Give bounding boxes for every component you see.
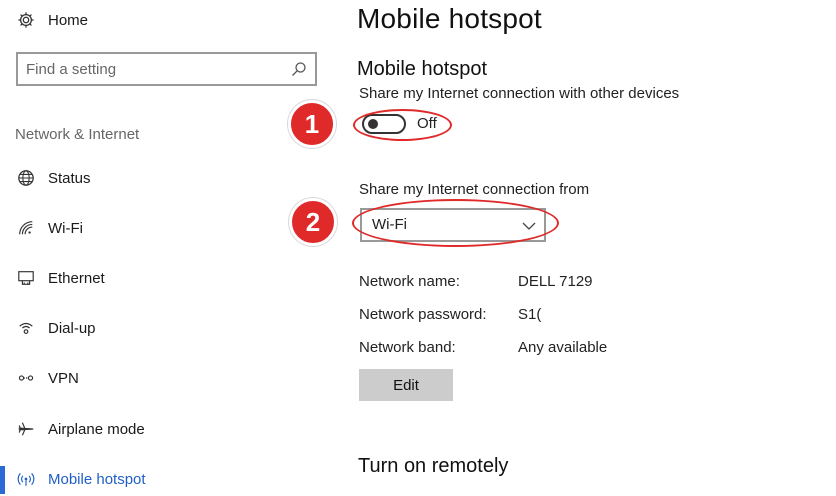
ethernet-icon [16, 268, 36, 288]
annotation-badge-2: 2 [289, 198, 337, 246]
sidebar-item-label: Wi-Fi [48, 219, 83, 237]
share-from-dropdown[interactable]: Wi-Fi [360, 208, 546, 242]
share-from-label: Share my Internet connection from [359, 181, 590, 198]
sidebar-item-dialup[interactable]: Dial-up [0, 308, 336, 348]
sidebar-item-status[interactable]: Status [0, 158, 336, 198]
chevron-down-icon [522, 219, 536, 233]
sidebar-item-label: VPN [48, 369, 79, 387]
sidebar-item-vpn[interactable]: VPN [0, 358, 336, 398]
sidebar: Home Network & Internet Status Wi-Fi Eth… [0, 0, 336, 496]
turn-on-remotely-heading: Turn on remotely [358, 455, 509, 477]
toggle-knob [368, 119, 378, 129]
airplane-icon [16, 419, 36, 439]
sidebar-item-label: Airplane mode [48, 420, 145, 438]
globe-icon [16, 168, 36, 188]
gear-icon [16, 10, 36, 30]
sidebar-item-mobile-hotspot[interactable]: Mobile hotspot [0, 459, 336, 496]
share-from-value: Wi-Fi [372, 216, 407, 233]
toggle-state-label: Off [417, 115, 437, 132]
share-description: Share my Internet connection with other … [359, 85, 680, 102]
phone-icon [16, 318, 36, 338]
annotation-badge-1: 1 [288, 100, 336, 148]
network-password-label: Network password: [359, 306, 487, 323]
section-heading: Mobile hotspot [357, 58, 488, 80]
search-input[interactable] [26, 59, 286, 79]
sidebar-item-airplane-mode[interactable]: Airplane mode [0, 409, 336, 449]
sidebar-item-ethernet[interactable]: Ethernet [0, 258, 336, 298]
page-title: Mobile hotspot [357, 3, 542, 34]
sidebar-item-home[interactable]: Home [0, 0, 336, 40]
sidebar-item-label: Ethernet [48, 269, 105, 287]
network-name-value: DELL 7129 [518, 273, 593, 290]
search-box[interactable] [16, 52, 317, 86]
sidebar-item-label: Home [48, 11, 89, 29]
sidebar-item-label: Mobile hotspot [48, 470, 146, 488]
sidebar-item-label: Status [48, 169, 91, 187]
sidebar-section-label: Network & Internet [15, 126, 140, 143]
main-content: Mobile hotspot Mobile hotspot Share my I… [336, 0, 836, 496]
network-band-label: Network band: [359, 339, 456, 356]
hotspot-icon [16, 469, 36, 489]
edit-button[interactable]: Edit [359, 369, 453, 401]
wifi-icon [16, 218, 36, 238]
hotspot-toggle[interactable] [362, 114, 406, 134]
sidebar-item-wifi[interactable]: Wi-Fi [0, 208, 336, 248]
network-password-value: S1( [518, 306, 542, 323]
network-band-value: Any available [518, 339, 608, 356]
vpn-icon [16, 368, 36, 388]
network-name-label: Network name: [359, 273, 460, 290]
sidebar-item-label: Dial-up [48, 319, 96, 337]
search-icon[interactable] [291, 61, 307, 77]
